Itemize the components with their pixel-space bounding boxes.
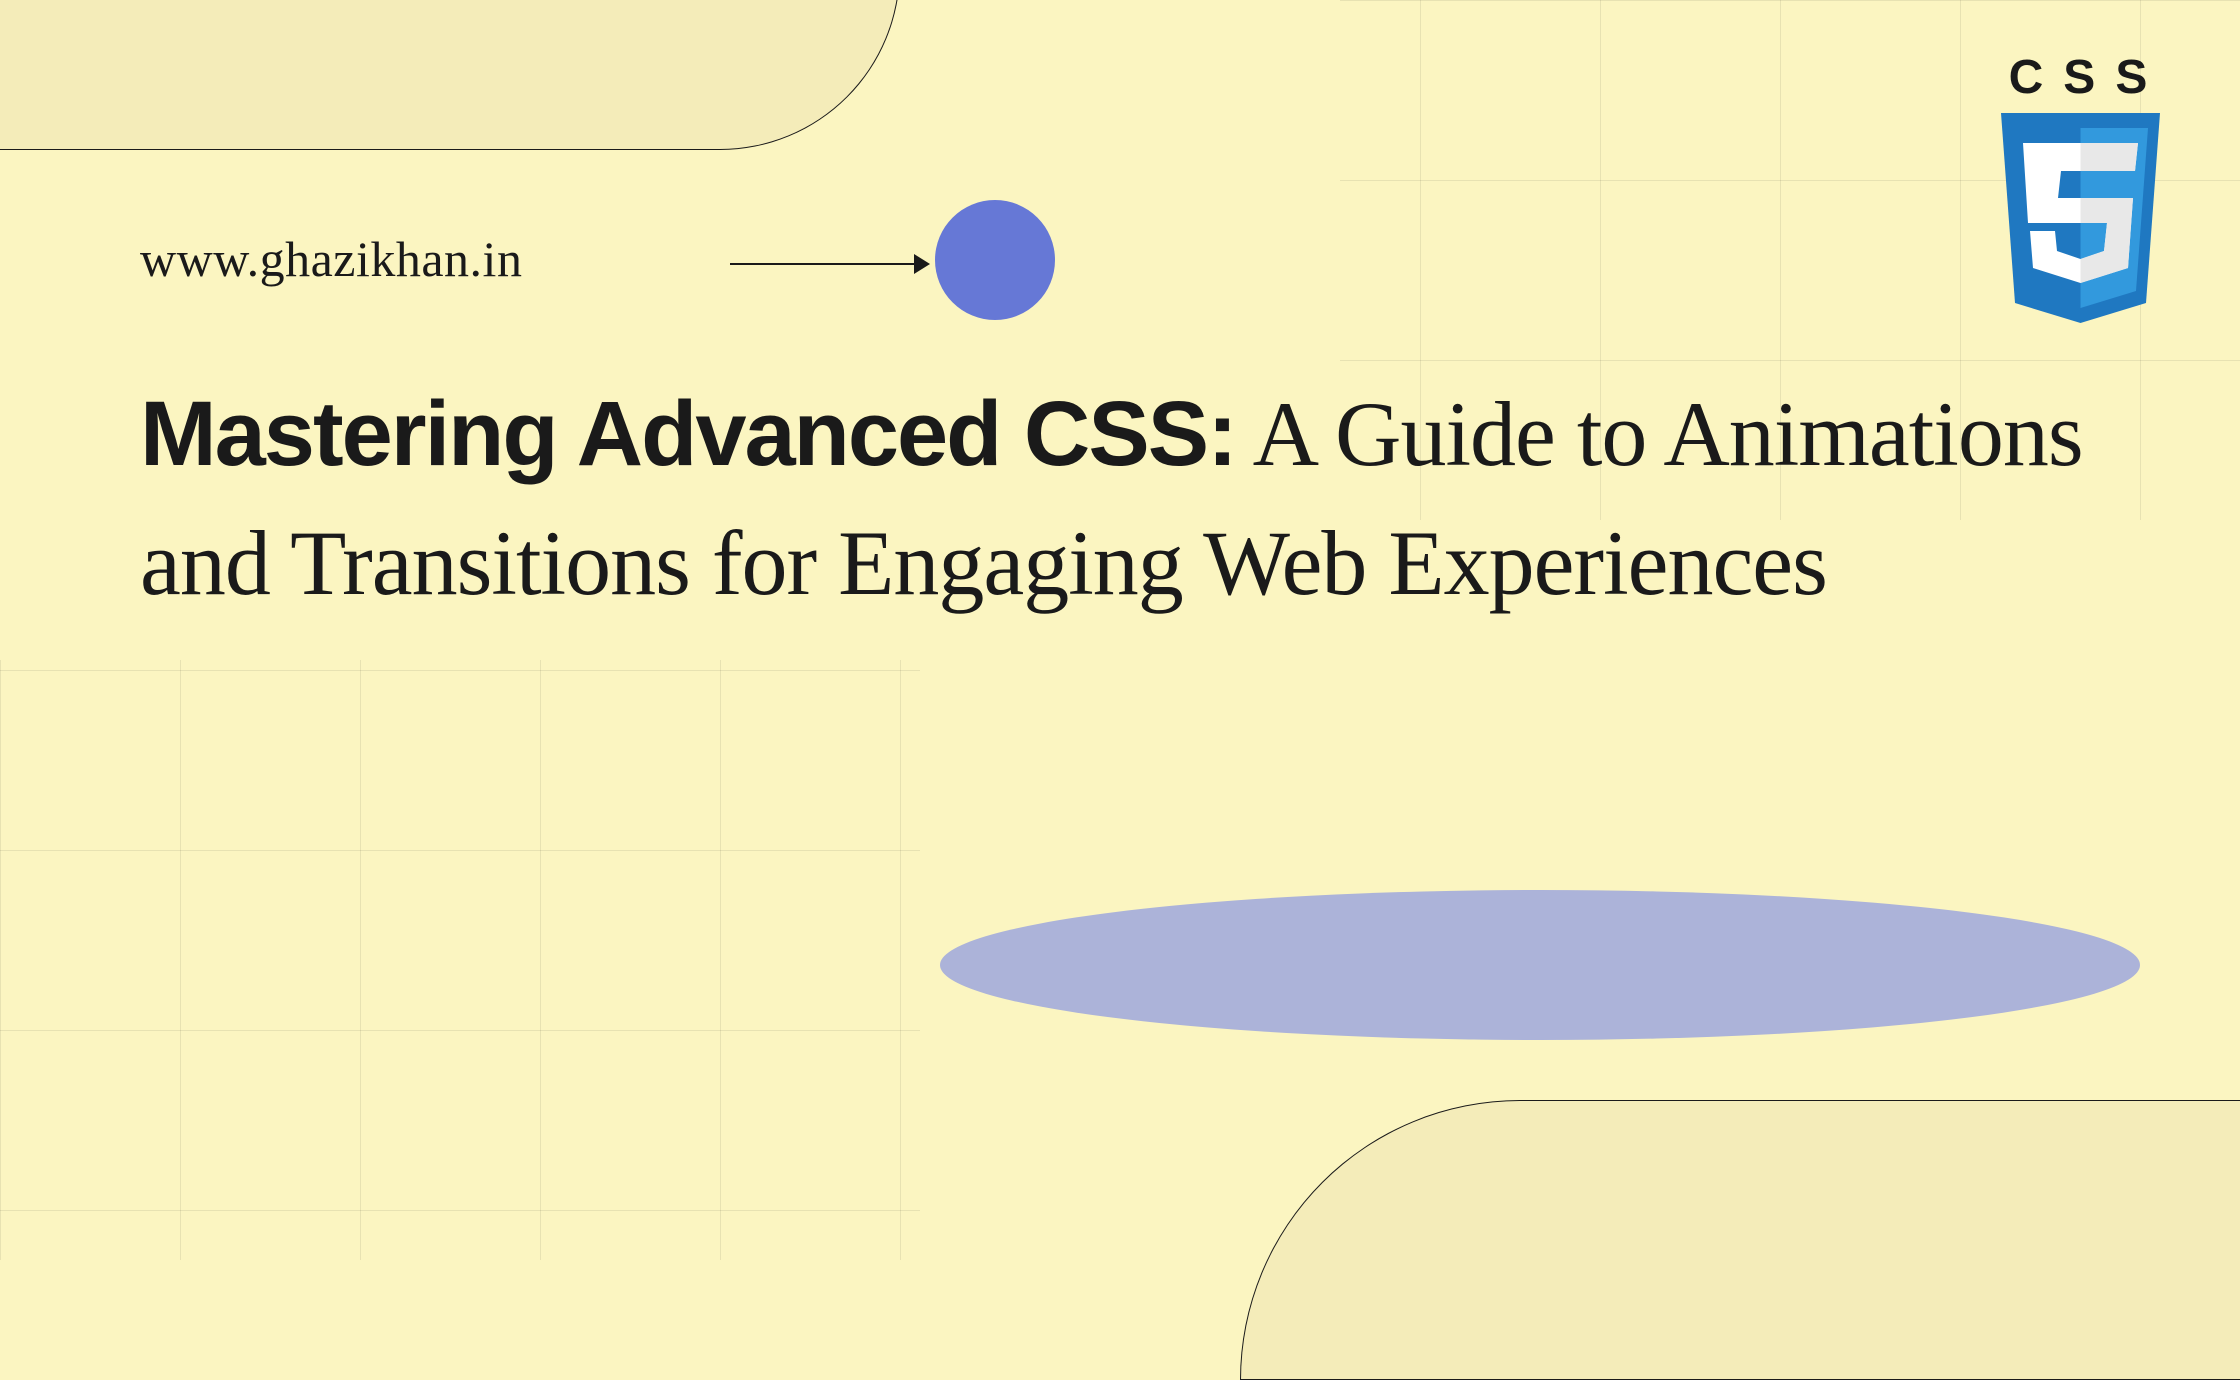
grid-background-bottom (0, 660, 920, 1260)
site-url: www.ghazikhan.in (140, 230, 522, 288)
css3-logo-label: CSS (1980, 50, 2180, 105)
css3-shield-icon (1983, 113, 2178, 333)
css3-logo: CSS (1980, 50, 2180, 338)
arrow-icon (730, 254, 930, 274)
decorative-blob-top (0, 0, 900, 150)
decorative-ellipse (940, 890, 2140, 1040)
decorative-circle (935, 200, 1055, 320)
title-emphasis: Mastering Advanced CSS: (140, 383, 1236, 485)
decorative-blob-bottom (1240, 1100, 2240, 1380)
page-title: Mastering Advanced CSS: A Guide to Anima… (140, 370, 2100, 628)
